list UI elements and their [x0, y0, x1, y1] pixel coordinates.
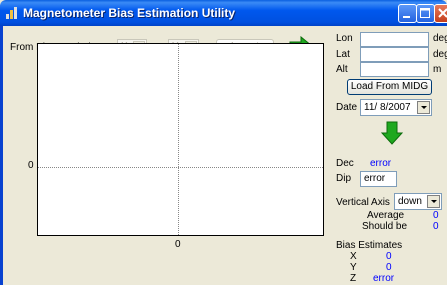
average-value: 0 [433, 210, 439, 221]
plot-y-tick: 0 [28, 160, 34, 171]
close-icon [438, 8, 447, 18]
chevron-down-icon[interactable] [417, 101, 430, 114]
app-icon [6, 7, 17, 19]
plot-x-tick: 0 [175, 239, 181, 250]
should-be-value: 0 [433, 221, 439, 232]
maximize-button[interactable] [416, 4, 435, 23]
close-button[interactable] [434, 4, 447, 23]
lon-unit: deg [433, 33, 447, 44]
date-picker[interactable]: 11/ 8/2007 [360, 99, 432, 116]
load-from-midg-button[interactable]: Load From MIDG [347, 79, 432, 95]
dip-label: Dip [336, 173, 352, 184]
lon-label: Lon [336, 33, 353, 44]
bias-x-value: 0 [386, 251, 392, 262]
should-be-label: Should be [362, 221, 408, 232]
vertical-axis-label: Vertical Axis [336, 197, 390, 208]
average-label: Average [367, 210, 405, 221]
bias-z-label: Z [350, 273, 357, 284]
arrow-down-icon [381, 121, 403, 145]
plot-zero-line-vertical [178, 44, 179, 235]
lat-unit: deg [433, 49, 447, 60]
maximize-icon [420, 8, 430, 18]
date-label: Date [336, 102, 358, 113]
plot-zero-line-horizontal [38, 167, 323, 168]
chevron-down-icon [427, 195, 440, 208]
vertical-axis-value: down [398, 196, 422, 207]
alt-unit: m [433, 64, 442, 75]
bias-z-value: error [373, 273, 395, 284]
minimize-button[interactable] [398, 4, 417, 23]
plot-area[interactable] [37, 43, 324, 236]
bias-y-value: 0 [386, 262, 392, 273]
bias-x-label: X [350, 251, 357, 262]
alt-label: Alt [336, 64, 348, 75]
date-value: 11/ 8/2007 [364, 102, 411, 113]
window-title: Magnetometer Bias Estimation Utility [23, 6, 236, 20]
lon-field[interactable] [360, 32, 429, 47]
title-bar[interactable]: Magnetometer Bias Estimation Utility [0, 0, 447, 26]
vertical-axis-select[interactable]: down [394, 193, 442, 210]
dip-field[interactable]: error [360, 171, 397, 187]
lat-field[interactable] [360, 47, 429, 62]
alt-field[interactable] [360, 62, 429, 77]
bias-y-label: Y [350, 262, 357, 273]
bias-estimates-title: Bias Estimates [336, 240, 403, 251]
lat-label: Lat [336, 49, 350, 60]
dip-value: error [364, 173, 386, 184]
dec-value: error [370, 158, 392, 169]
minimize-icon [403, 16, 410, 18]
dec-label: Dec [336, 158, 354, 169]
